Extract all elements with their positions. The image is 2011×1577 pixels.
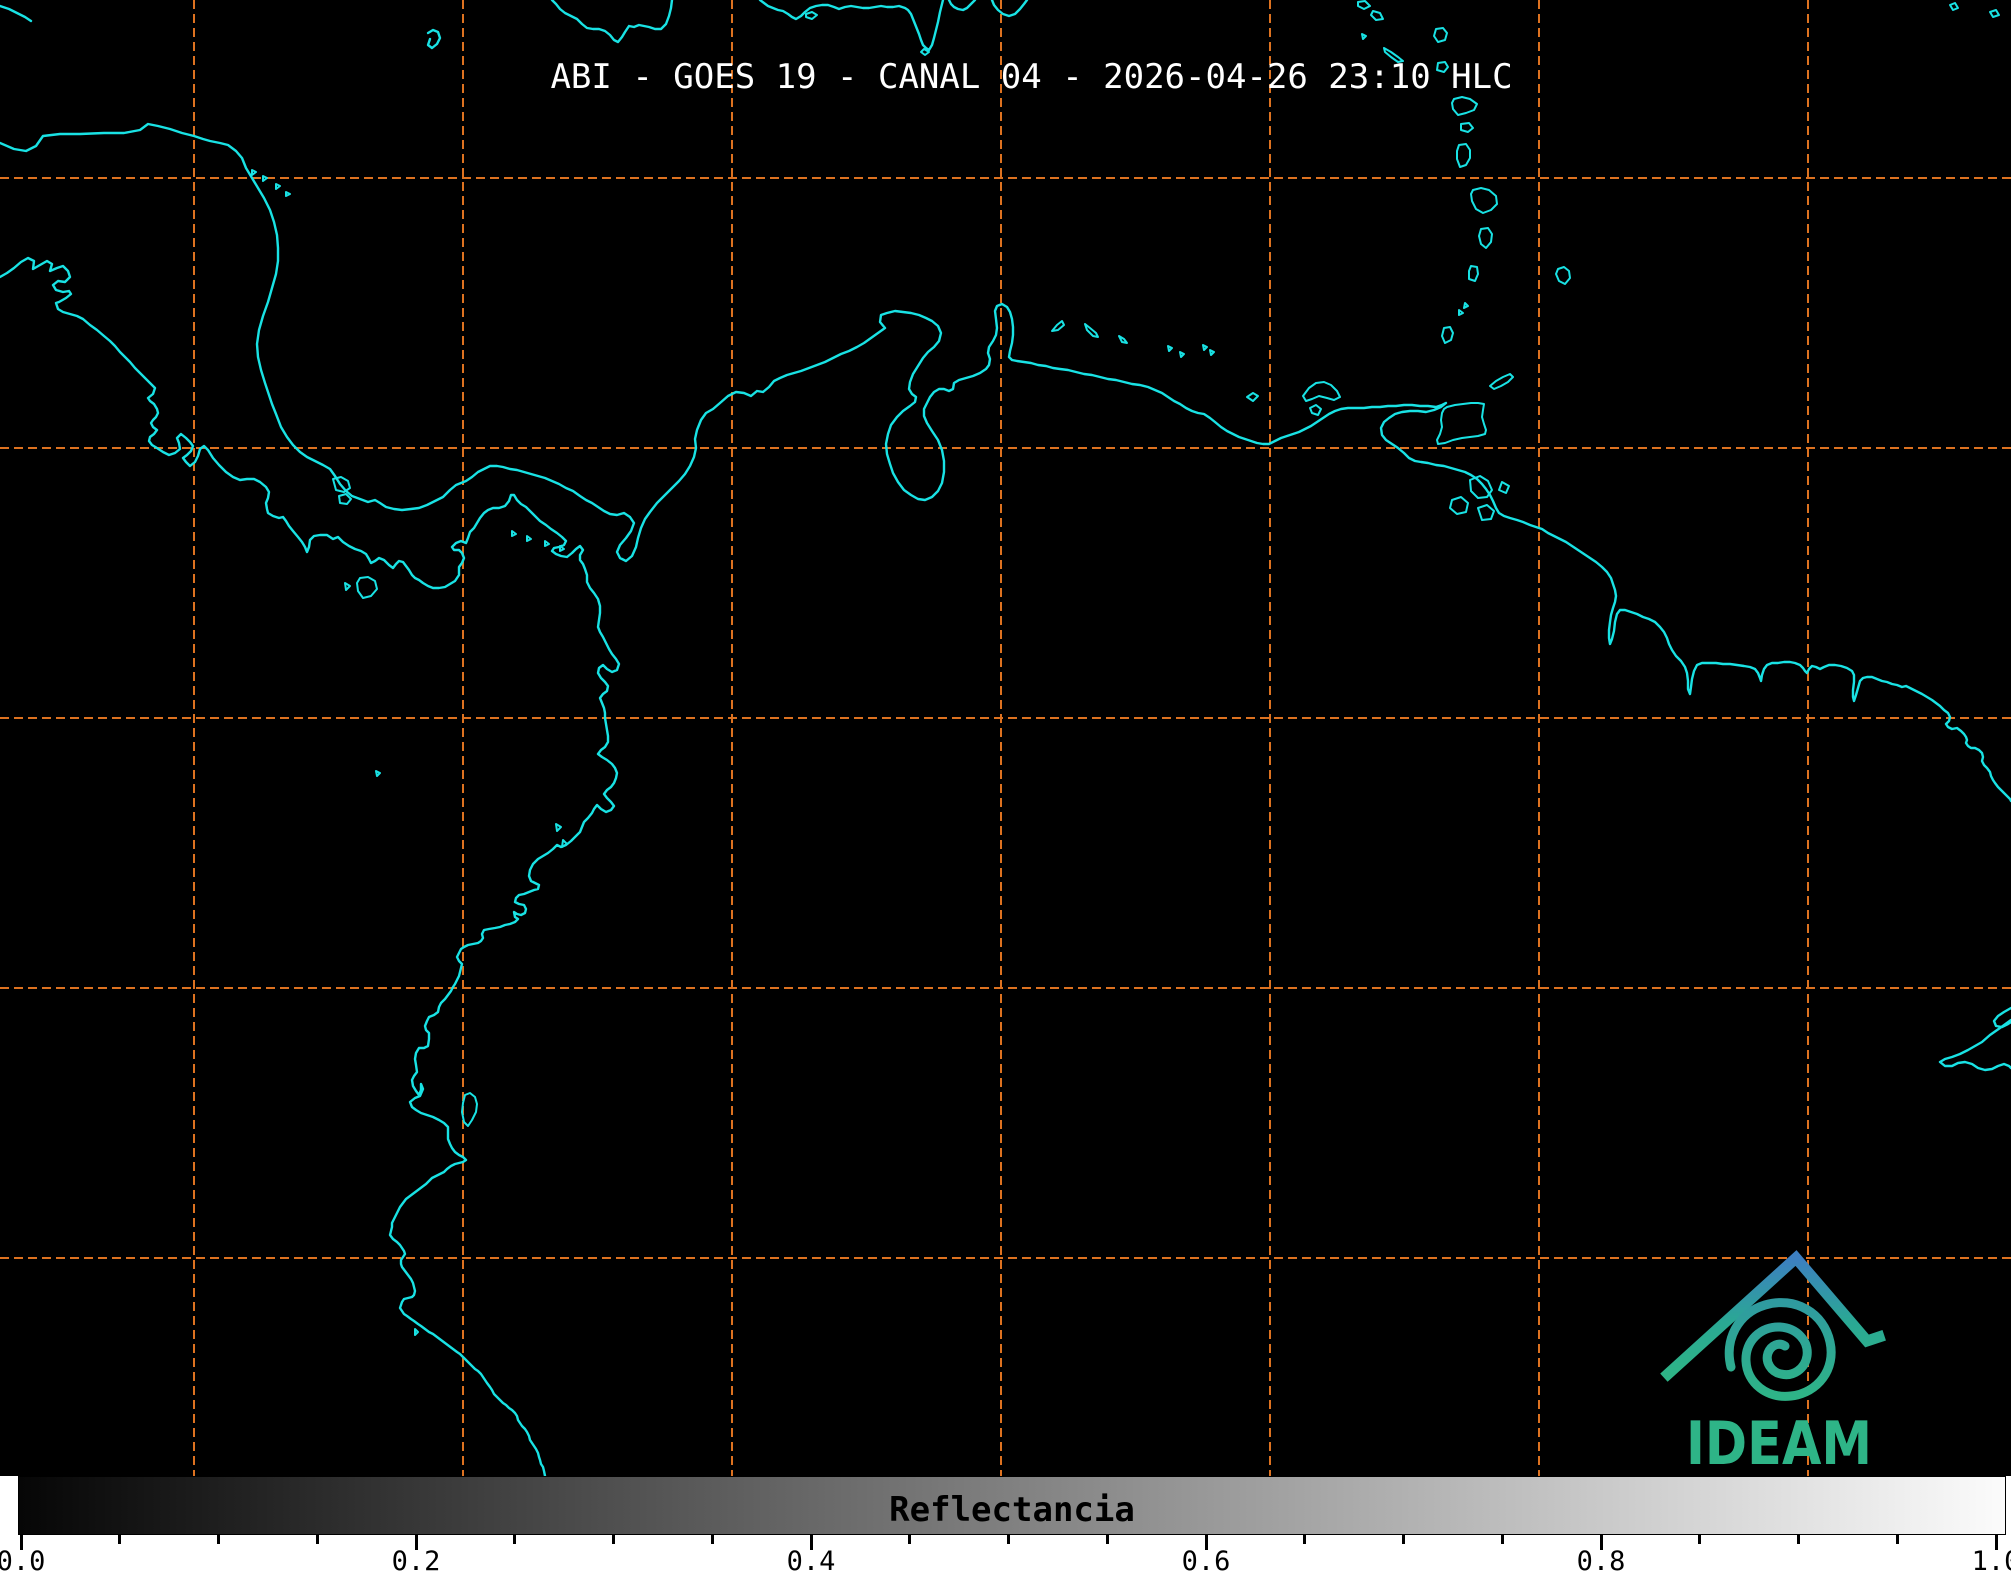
island-outline [512,531,516,536]
colorbar-minor-tick [1106,1535,1109,1544]
colorbar-minor-tick [1007,1535,1010,1544]
island-outline [357,577,377,598]
colorbar-tick-label: 1.0 [1972,1546,2011,1577]
island-outline [1990,10,1999,17]
island-outline [1310,405,1321,415]
colorbar-tick-label: 0.0 [0,1546,45,1577]
island-outline [1457,144,1470,167]
island-outline [1471,188,1497,213]
ideam-hurricane-swirl-icon [1729,1303,1831,1397]
island-outline [560,546,564,551]
island-outline [1437,403,1486,444]
island-outline [1434,28,1447,42]
island-outline [345,583,350,590]
island-outline [1450,497,1468,514]
island-outline [286,192,290,196]
island-outline [1461,123,1473,132]
colorbar-label: Reflectancia [889,1490,1135,1530]
satellite-map-canvas: ABI - GOES 19 - CANAL 04 - 2026-04-26 23… [0,0,2011,1476]
colorbar-minor-tick [1303,1535,1306,1544]
island-outline [1203,345,1207,350]
island-outline [527,536,531,541]
colorbar-tick-label: 0.6 [1182,1546,1231,1577]
island-outline [806,12,817,19]
colorbar-minor-tick [1501,1535,1504,1544]
island-outline [1119,336,1127,343]
island-outline [1180,352,1184,357]
colorbar-minor-tick [513,1535,516,1544]
map-title: ABI - GOES 19 - CANAL 04 - 2026-04-26 23… [550,57,1512,97]
island-outline [1303,382,1340,401]
colorbar-minor-tick [1896,1535,1899,1544]
island-outline [1210,350,1214,355]
coastline-path [0,258,619,1476]
colorbar-tick-label: 0.4 [787,1546,836,1577]
island-outline [1085,324,1098,337]
island-outline [263,176,267,181]
colorbar-minor-tick [1402,1535,1405,1544]
coastline-path [760,0,943,50]
island-outline [276,184,280,189]
island-outline [1464,303,1468,308]
colorbar-minor-tick [1698,1535,1701,1544]
coastline-path [0,124,2011,801]
colorbar-minor-tick [908,1535,911,1544]
colorbar-minor-tick [118,1535,121,1544]
island-outline [1442,327,1453,343]
island-outline [1469,266,1478,281]
island-outline [545,541,549,546]
coastline-path [428,30,440,48]
island-outline [1478,505,1494,520]
ideam-roof-icon [1668,1258,1879,1374]
island-outline [556,824,561,831]
coastline-path [992,0,1027,16]
coastline-path [0,6,31,21]
island-outline [1470,476,1492,498]
island-outline [1459,310,1463,315]
coastline-path [949,0,975,10]
colorbar-minor-tick [217,1535,220,1544]
island-outline [1499,482,1509,493]
island-outline [252,170,256,175]
island-outline [1358,1,1370,9]
goes-satellite-image-viewer: { "title": "ABI - GOES 19 - CANAL 04 - 2… [0,0,2011,1577]
colorbar-minor-tick [1797,1535,1800,1544]
island-outline [1950,3,1958,10]
island-outline [376,771,380,776]
island-outline [1247,393,1258,401]
island-outline [462,1093,477,1126]
colorbar-minor-tick [316,1535,319,1544]
island-outline [1168,346,1172,351]
colorbar-strip: Reflectancia 0.0 0.2 0.4 0.6 0.8 1.0 [0,1476,2011,1577]
ideam-logo-text: IDEAM [1686,1409,1872,1479]
coastline-path [1994,1008,2011,1027]
island-outline [1479,228,1492,248]
island-outline [1362,34,1366,39]
ideam-logo: IDEAM [1640,1230,1920,1480]
coastline-path [552,0,672,42]
island-outline [1452,97,1477,115]
colorbar-minor-tick [711,1535,714,1544]
colorbar-gradient-bar: Reflectancia [18,1476,2006,1535]
island-outline [415,1329,418,1335]
colorbar-tick-label: 0.8 [1577,1546,1626,1577]
island-outline [339,494,351,504]
island-outline [1490,374,1513,389]
colorbar-tick-label: 0.2 [392,1546,441,1577]
colorbar-minor-tick [612,1535,615,1544]
island-outline [1371,11,1383,20]
island-outline [1052,321,1064,331]
island-outline [1556,267,1570,284]
